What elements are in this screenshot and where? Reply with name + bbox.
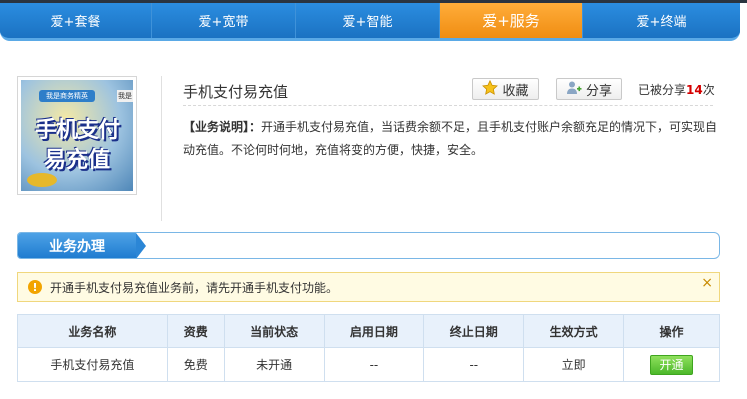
header-action: 操作: [623, 314, 720, 348]
star-icon: [482, 79, 499, 99]
cell-status: 未开通: [223, 347, 325, 382]
share-prefix: 已被分享: [638, 83, 687, 97]
nav-tab-smart[interactable]: 爱+智能: [296, 3, 440, 38]
cell-name: 手机支付易充值: [17, 347, 168, 382]
header-fee: 资费: [166, 314, 225, 348]
nav-tab-service[interactable]: 爱+服务: [440, 3, 583, 38]
share-count-number: 14: [686, 83, 703, 97]
nav-tabs: 爱+套餐 爱+宽带 爱+智能 爱+服务 爱+终端: [0, 3, 740, 41]
favorite-button[interactable]: 收藏: [472, 78, 539, 100]
notice-text: 开通手机支付易充值业务前，请先开通手机支付功能。: [50, 280, 339, 295]
cell-effect-mode: 立即: [523, 347, 625, 382]
cell-action: 开通: [623, 347, 720, 382]
share-button[interactable]: 分享: [556, 78, 622, 100]
share-count-text: 已被分享14次: [638, 81, 715, 98]
favorite-label: 收藏: [502, 83, 529, 99]
image-title-line2: 易充值: [43, 148, 110, 173]
header-name: 业务名称: [17, 314, 168, 348]
header-divider: [183, 105, 713, 106]
cell-fee: 免费: [166, 347, 225, 382]
description-text: 开通手机支付易充值，当话费余额不足，且手机支付账户余额充足的情况下，可实现自动充…: [183, 120, 718, 157]
header-status: 当前状态: [223, 314, 325, 348]
product-image: 我是商务精英 我是 手机支付 易充值: [17, 76, 137, 195]
notice-bar: ! 开通手机支付易充值业务前，请先开通手机支付功能。 ×: [17, 272, 720, 302]
vertical-divider: [161, 76, 162, 221]
header-effect-mode: 生效方式: [523, 314, 625, 348]
image-title-line1: 手机支付: [34, 118, 120, 143]
business-description: 【业务说明】：开通手机支付易充值，当话费余额不足，且手机支付账户余额充足的情况下…: [183, 116, 718, 162]
description-key: 【业务说明】：: [183, 120, 262, 134]
image-badge: 我是商务精英: [39, 90, 95, 102]
open-button[interactable]: 开通: [650, 354, 694, 375]
nav-tab-terminal[interactable]: 爱+终端: [583, 3, 740, 38]
header-end-date: 终止日期: [423, 314, 525, 348]
product-illustration: 我是商务精英 我是 手机支付 易充值: [21, 80, 133, 191]
table-row: 手机支付易充值 免费 未开通 -- -- 立即 开通: [17, 347, 720, 382]
nav-tab-broadband[interactable]: 爱+宽带: [152, 3, 296, 38]
add-user-icon: [566, 80, 582, 99]
cell-start-date: --: [323, 347, 425, 382]
close-icon[interactable]: ×: [701, 275, 713, 291]
share-suffix: 次: [702, 83, 715, 97]
section-tab-business[interactable]: 业务办理: [18, 233, 146, 258]
business-table: 业务名称 资费 当前状态 启用日期 终止日期 生效方式 操作 手机支付易充值 免…: [17, 314, 720, 382]
coin-graphic: [27, 173, 57, 187]
product-title: 手机支付易充值: [183, 83, 289, 101]
table-header-row: 业务名称 资费 当前状态 启用日期 终止日期 生效方式 操作: [17, 314, 720, 348]
nav-tab-package[interactable]: 爱+套餐: [0, 3, 152, 38]
cell-end-date: --: [423, 347, 525, 382]
header-start-date: 启用日期: [323, 314, 425, 348]
top-nav: 爱+套餐 爱+宽带 爱+智能 爱+服务 爱+终端: [0, 0, 747, 44]
warning-icon: !: [28, 280, 42, 294]
section-header: 业务办理: [17, 232, 720, 259]
share-label: 分享: [585, 83, 612, 99]
image-corner-text: 我是: [117, 90, 133, 102]
